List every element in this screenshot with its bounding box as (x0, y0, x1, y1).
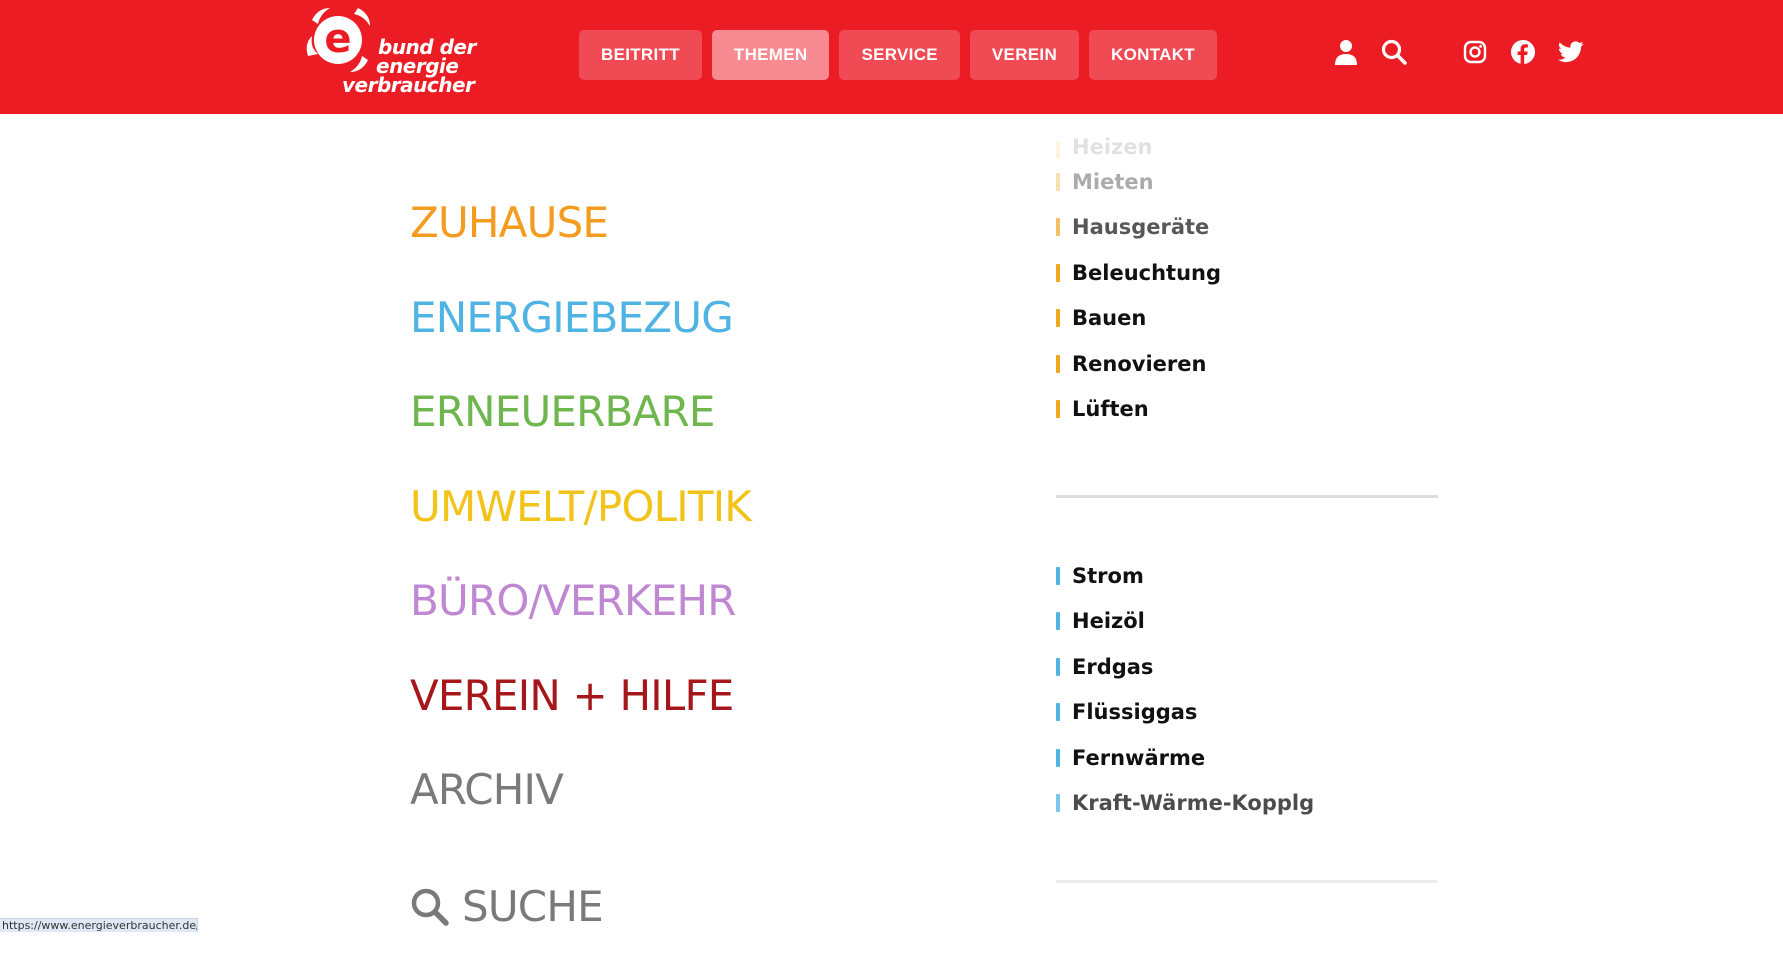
nav-verein-button[interactable]: VEREIN (970, 30, 1079, 80)
category-umwelt-politik[interactable]: UMWELT/POLITIK (410, 482, 751, 577)
nav-service-button[interactable]: SERVICE (839, 30, 959, 80)
logo-wordmark: bund der energie verbraucher (378, 38, 476, 95)
submenu-item-label: Renovieren (1072, 352, 1206, 376)
submenu-item-label: Heizöl (1072, 609, 1145, 633)
category-label: UMWELT/POLITIK (410, 482, 751, 531)
nav-themen-button[interactable]: THEMEN (712, 30, 830, 80)
instagram-icon[interactable] (1461, 38, 1489, 66)
category-erneuerbare[interactable]: ERNEUERBARE (410, 387, 751, 482)
category-label: VEREIN + HILFE (410, 671, 734, 720)
submenu-item[interactable]: Heizen (1056, 123, 1221, 159)
category-suche[interactable]: SUCHE (410, 860, 751, 954)
site-logo[interactable]: e bund der energie verbraucher (298, 0, 478, 100)
submenu-item[interactable]: Lüften (1056, 387, 1221, 433)
submenu-item[interactable]: Hausgeräte (1056, 205, 1221, 251)
submenu-item-label: Erdgas (1072, 655, 1153, 679)
submenu-item[interactable]: Erdgas (1056, 644, 1314, 690)
submenu-item-label: Kraft-Wärme-Kopplg (1072, 791, 1314, 815)
submenu-item-label: Strom (1072, 564, 1144, 588)
category-verein-hilfe[interactable]: VEREIN + HILFE (410, 671, 751, 766)
submenu-item-label: Lüften (1072, 397, 1149, 421)
submenu-item[interactable]: Kraft-Wärme-Kopplg (1056, 781, 1314, 827)
nav-beitritt-button[interactable]: BEITRITT (579, 30, 702, 80)
submenu-item-label: Flüssiggas (1072, 700, 1197, 724)
submenu-item-label: Mieten (1072, 170, 1154, 194)
submenu-item-label: Heizen (1072, 135, 1152, 159)
category-label: ZUHAUSE (410, 198, 608, 247)
submenu-energiebezug: Strom Heizöl Erdgas Flüssiggas Fernwärme… (1056, 553, 1314, 826)
category-label: BÜRO/VERKEHR (410, 576, 736, 625)
nav-kontakt-button[interactable]: KONTAKT (1089, 30, 1217, 80)
submenu-item-label: Hausgeräte (1072, 215, 1209, 239)
submenu-item-label: Fernwärme (1072, 746, 1205, 770)
submenu-item[interactable]: Strom (1056, 553, 1314, 599)
search-icon (410, 887, 450, 927)
submenu-item-label: Bauen (1072, 306, 1146, 330)
twitter-icon[interactable] (1557, 38, 1585, 66)
status-bar-url: https://www.energieverbraucher.de/# (0, 918, 198, 932)
logo-letter: e (324, 16, 351, 62)
submenu-item[interactable]: Heizöl (1056, 599, 1314, 645)
user-icon[interactable] (1332, 38, 1360, 66)
section-divider (1056, 495, 1438, 498)
category-list: ZUHAUSE ENERGIEBEZUG ERNEUERBARE UMWELT/… (410, 198, 751, 954)
main-nav: BEITRITT THEMEN SERVICE VEREIN KONTAKT (579, 30, 1217, 80)
search-icon[interactable] (1380, 38, 1408, 66)
logo-hands-icon: e (298, 0, 378, 80)
submenu-item[interactable]: Fernwärme (1056, 735, 1314, 781)
section-divider (1056, 880, 1438, 883)
site-header: e bund der energie verbraucher BEITRITT … (0, 0, 1783, 114)
facebook-icon[interactable] (1509, 38, 1537, 66)
logo-line-3: verbraucher (342, 76, 476, 95)
category-archiv[interactable]: ARCHIV (410, 765, 751, 860)
category-label: SUCHE (462, 882, 603, 932)
category-label: ERNEUERBARE (410, 387, 715, 436)
submenu-item-label: Beleuchtung (1072, 261, 1221, 285)
submenu-item[interactable]: Beleuchtung (1056, 250, 1221, 296)
category-zuhause[interactable]: ZUHAUSE (410, 198, 751, 293)
category-energiebezug[interactable]: ENERGIEBEZUG (410, 293, 751, 388)
submenu-zuhause: Heizen Mieten Hausgeräte Beleuchtung Bau… (1056, 123, 1221, 432)
submenu-item[interactable]: Bauen (1056, 296, 1221, 342)
submenu-item[interactable]: Mieten (1056, 159, 1221, 205)
category-buero-verkehr[interactable]: BÜRO/VERKEHR (410, 576, 751, 671)
category-label: ENERGIEBEZUG (410, 293, 733, 342)
submenu-item[interactable]: Flüssiggas (1056, 690, 1314, 736)
category-label: ARCHIV (410, 765, 563, 814)
submenu-item[interactable]: Renovieren (1056, 341, 1221, 387)
